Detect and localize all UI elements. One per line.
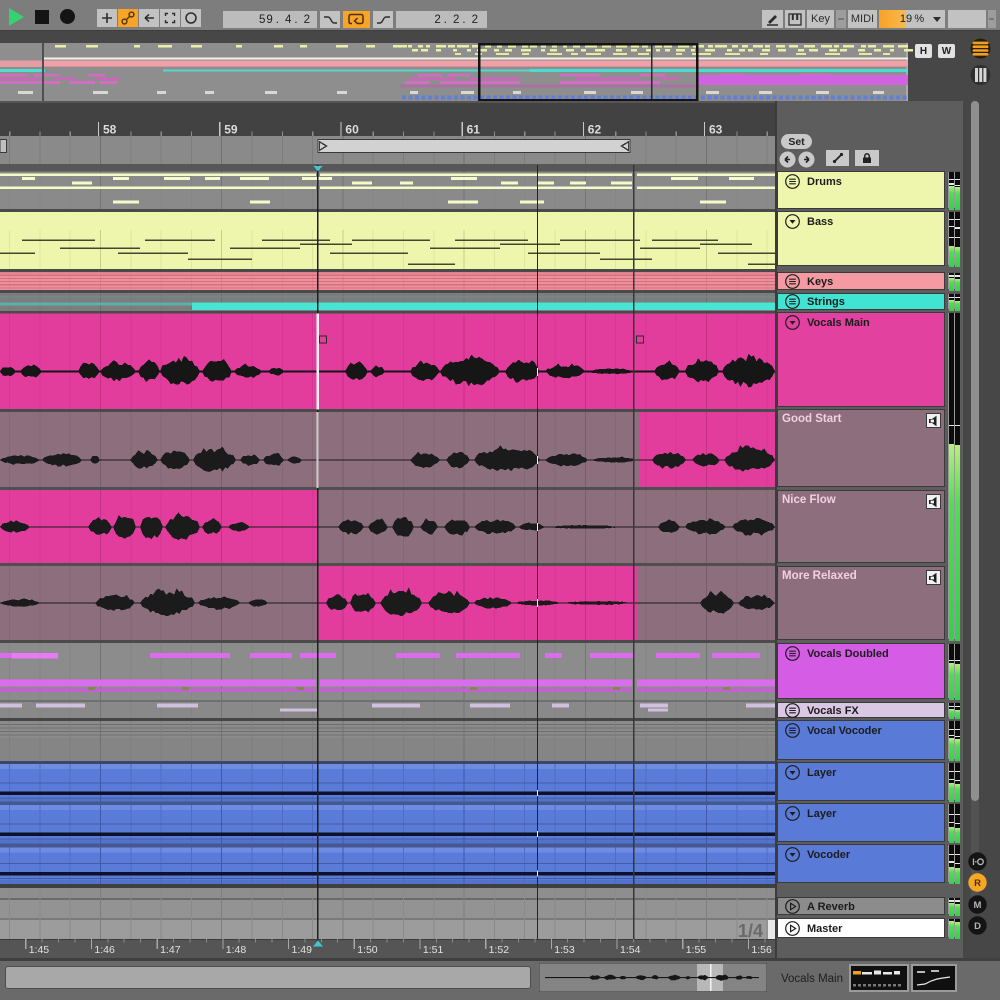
svg-text:1:48: 1:48	[226, 944, 247, 956]
svg-text:1:47: 1:47	[160, 944, 181, 956]
svg-text:R: R	[974, 878, 981, 889]
svg-text:63: 63	[709, 123, 723, 137]
svg-text:1:52: 1:52	[489, 944, 510, 956]
svg-text:1:55: 1:55	[686, 944, 707, 956]
svg-text:59: 59	[224, 123, 238, 137]
svg-text:1:45: 1:45	[29, 944, 50, 956]
svg-text:62: 62	[588, 123, 602, 137]
svg-text:1:56: 1:56	[751, 944, 772, 956]
svg-text:M: M	[974, 900, 982, 911]
svg-text:1:51: 1:51	[423, 944, 444, 956]
svg-text:D: D	[974, 921, 981, 932]
svg-text:1:50: 1:50	[357, 944, 378, 956]
svg-text:61: 61	[467, 123, 481, 137]
svg-text:1:54: 1:54	[620, 944, 641, 956]
svg-text:1:46: 1:46	[94, 944, 115, 956]
svg-text:1:53: 1:53	[554, 944, 575, 956]
svg-text:1:49: 1:49	[292, 944, 313, 956]
svg-text:58: 58	[103, 123, 117, 137]
svg-text:60: 60	[345, 123, 359, 137]
svg-text:1/4: 1/4	[738, 921, 763, 941]
